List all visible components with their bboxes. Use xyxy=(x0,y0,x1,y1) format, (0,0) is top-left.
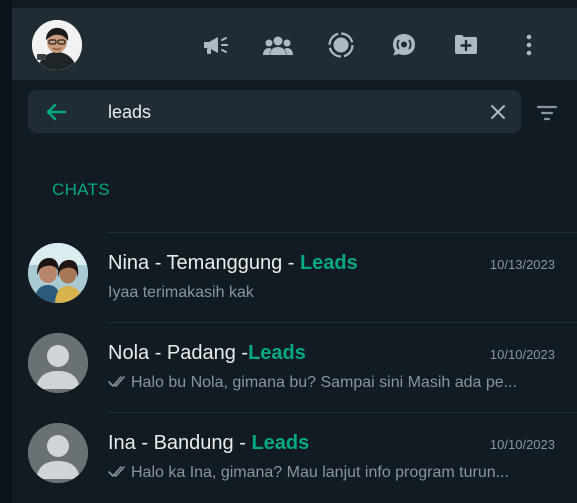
chat-preview-text: Halo bu Nola, gimana bu? Sampai sini Mas… xyxy=(131,374,517,391)
chat-title: Nola - Padang -Leads xyxy=(108,342,468,365)
default-user-icon xyxy=(28,423,88,483)
chat-date: 10/10/2023 xyxy=(489,347,555,362)
chat-preview-text: Halo ka Ina, gimana? Mau lanjut info pro… xyxy=(131,464,509,481)
chat-date: 10/13/2023 xyxy=(489,257,555,272)
communities-icon[interactable] xyxy=(263,30,293,60)
status-icon[interactable] xyxy=(326,30,356,60)
panel-header xyxy=(12,8,577,80)
search-match-highlight: Leads xyxy=(299,252,358,274)
new-chat-icon[interactable] xyxy=(451,30,481,60)
profile-avatar[interactable] xyxy=(32,20,82,70)
search-match-highlight: Leads xyxy=(251,432,310,454)
chat-title: Ina - Bandung - Leads xyxy=(108,432,468,455)
search-box[interactable] xyxy=(28,90,521,133)
chat-row[interactable]: Nina - Temanggung - Leads 10/13/2023 Iya… xyxy=(12,232,577,322)
chat-title: Nina - Temanggung - Leads xyxy=(108,252,468,275)
channels-icon[interactable] xyxy=(389,30,419,60)
search-input[interactable] xyxy=(108,98,468,126)
section-label-chats: CHATS xyxy=(52,180,110,199)
chat-name: Ina - Bandung - xyxy=(108,432,252,454)
chat-row[interactable]: Nola - Padang -Leads 10/10/2023 Halo bu … xyxy=(12,322,577,412)
chat-date: 10/10/2023 xyxy=(489,437,555,452)
chat-preview: Iyaa terimakasih kak xyxy=(108,284,558,302)
chat-preview: Halo ka Ina, gimana? Mau lanjut info pro… xyxy=(108,464,558,482)
default-user-icon xyxy=(28,333,88,393)
back-arrow-icon[interactable] xyxy=(44,100,68,124)
double-check-icon xyxy=(108,376,125,387)
menu-icon[interactable] xyxy=(514,30,544,60)
clear-search-icon[interactable] xyxy=(488,102,508,122)
chat-avatar-photo[interactable] xyxy=(28,243,88,303)
chat-avatar-default[interactable] xyxy=(28,333,88,393)
chat-name: Nina - Temanggung - xyxy=(108,252,300,274)
whatsapp-chat-list-panel: CHATS Nina - Temanggung - Leads 10/13/20… xyxy=(0,0,577,503)
chat-row[interactable]: Ina - Bandung - Leads 10/10/2023 Halo ka… xyxy=(12,412,577,502)
row-divider xyxy=(108,412,577,413)
chat-preview-text: Iyaa terimakasih kak xyxy=(108,284,254,301)
search-match-highlight: Leads xyxy=(248,342,306,364)
search-bar xyxy=(12,80,577,142)
chat-preview: Halo bu Nola, gimana bu? Sampai sini Mas… xyxy=(108,374,558,392)
filter-icon[interactable] xyxy=(536,102,558,124)
chat-avatar-default[interactable] xyxy=(28,423,88,483)
megaphone-icon[interactable] xyxy=(200,30,230,60)
row-divider xyxy=(108,232,577,233)
left-edge xyxy=(0,0,12,503)
profile-photo-icon xyxy=(32,20,82,70)
row-divider xyxy=(108,322,577,323)
contact-photo-icon xyxy=(28,243,88,303)
chat-name: Nola - Padang - xyxy=(108,342,249,364)
double-check-icon xyxy=(108,466,125,477)
